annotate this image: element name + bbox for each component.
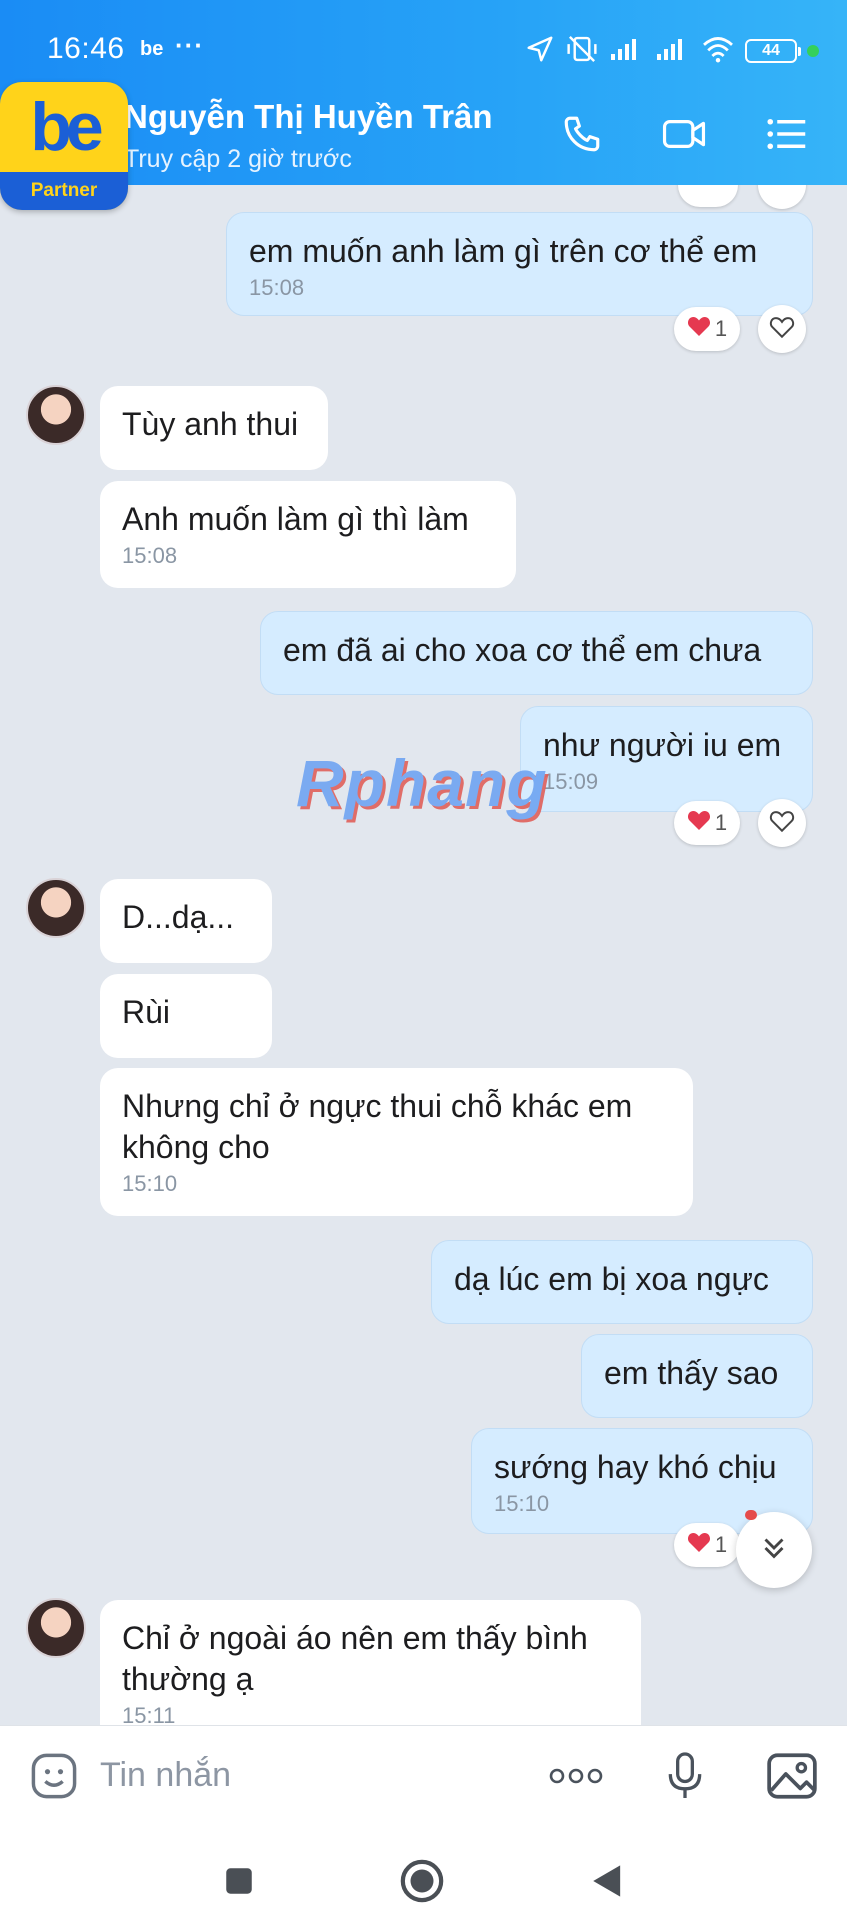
reaction-count: 1 [714,1532,728,1557]
status-more-dots: ··· [175,30,204,60]
message-text: em thấy sao [604,1355,779,1391]
status-app-badge: be [140,38,164,60]
message-text: Anh muốn làm gì thì làm [122,501,469,537]
message-text: dạ lúc em bị xoa ngực [454,1261,769,1297]
system-nav-bar [0,1829,847,1931]
message-text: Tùy anh thui [122,406,299,442]
scroll-to-bottom-button[interactable] [736,1512,812,1588]
react-heart-button[interactable] [758,305,806,353]
incoming-message[interactable]: Rùi [100,974,272,1058]
square-icon [222,1864,256,1903]
outgoing-message[interactable]: em đã ai cho xoa cơ thể em chưa [260,611,813,695]
heart-outline-icon [769,315,795,344]
more-dots-icon [547,1766,605,1791]
outgoing-message[interactable]: em muốn anh làm gì trên cơ thể em 15:08 [226,212,813,316]
heart-reaction-icon [687,809,711,837]
message-time: 15:11 [122,1703,176,1725]
message-text: Nhưng chỉ ở ngực thui chỗ khác em không … [122,1088,633,1165]
home-circle-icon [399,1858,445,1909]
incoming-message[interactable]: Tùy anh thui [100,386,328,470]
watermark: Rphang [296,746,548,820]
message-time: 15:10 [122,1171,178,1196]
video-call-icon [661,114,707,159]
be-partner-app-badge[interactable]: be Partner [0,82,128,210]
incoming-message[interactable]: Nhưng chỉ ở ngực thui chỗ khác em không … [100,1068,693,1216]
message-text: Chỉ ở ngoài áo nên em thấy bình thường ạ [122,1620,588,1697]
contact-avatar[interactable] [26,878,86,938]
signal-icon [609,36,645,67]
react-heart-button[interactable] [758,799,806,847]
react-heart-button[interactable] [758,185,806,209]
wifi-icon [701,35,735,68]
photo-button[interactable] [762,1748,822,1808]
message-list[interactable]: em muốn anh làm gì trên cơ thể em 15:08 … [0,185,847,1725]
image-icon [765,1751,819,1806]
incoming-message[interactable]: D...dạ... [100,879,272,963]
sticker-button[interactable] [24,1748,84,1808]
video-call-button[interactable] [656,108,712,164]
incoming-message[interactable]: Chỉ ở ngoài áo nên em thấy bình thường ạ… [100,1600,641,1725]
heart-outline-icon [769,809,795,838]
message-text: như người iu em [543,727,782,763]
chat-menu-button[interactable] [758,108,814,164]
call-button[interactable] [554,108,610,164]
status-time: 16:46 [47,32,125,65]
vibrate-off-icon [565,34,599,69]
message-text: sướng hay khó chịu [494,1449,777,1485]
chevron-double-down-icon [757,1531,791,1570]
contact-avatar[interactable] [26,1598,86,1658]
message-time: 15:09 [543,769,599,794]
message-text: em muốn anh làm gì trên cơ thể em [249,233,758,269]
more-options-button[interactable] [546,1748,606,1808]
signal-icon [655,36,691,67]
reaction-pill[interactable]: 1 [674,307,740,351]
contact-name[interactable]: Nguyễn Thị Huyền Trân [124,98,493,136]
recents-button[interactable] [215,1859,263,1907]
outgoing-message[interactable]: em thấy sao [581,1334,813,1418]
status-icons: 44 [525,34,819,68]
message-text: Rùi [122,994,171,1030]
be-logo: be [30,89,103,165]
message-text: em đã ai cho xoa cơ thể em chưa [283,632,762,668]
status-dot [807,45,819,57]
home-button[interactable] [398,1859,446,1907]
phone-icon [561,113,603,160]
heart-reaction-icon [687,1531,711,1559]
message-time: 15:08 [122,543,178,568]
reaction-pill[interactable]: 1 [674,1523,740,1567]
back-button[interactable] [582,1859,630,1907]
battery-indicator: 44 [745,39,801,63]
partner-label: Partner [0,172,128,210]
reaction-pill[interactable] [678,185,738,207]
reaction-pill[interactable]: 1 [674,801,740,845]
message-input[interactable]: Tin nhắn [100,1756,231,1795]
incoming-message[interactable]: Anh muốn làm gì thì làm 15:08 [100,481,516,588]
back-triangle-icon [589,1862,623,1905]
microphone-icon [663,1750,707,1807]
menu-list-icon [765,116,807,157]
outgoing-message[interactable]: như người iu em 15:09 [520,706,813,812]
unread-indicator [745,1510,757,1520]
heart-reaction-icon [687,315,711,343]
reaction-count: 1 [714,316,728,341]
message-input-bar: Tin nhắn [0,1725,847,1829]
location-arrow-icon [525,34,555,69]
voice-message-button[interactable] [655,1748,715,1808]
outgoing-message[interactable]: dạ lúc em bị xoa ngực [431,1240,813,1324]
contact-avatar[interactable] [26,385,86,445]
last-seen-status: Truy cập 2 giờ trước [124,145,352,173]
message-text: D...dạ... [122,899,235,935]
status-bar: 16:46 be ··· 44 [0,0,847,95]
reaction-count: 1 [714,810,728,835]
message-time: 15:08 [249,275,305,300]
emoji-icon [28,1750,80,1807]
